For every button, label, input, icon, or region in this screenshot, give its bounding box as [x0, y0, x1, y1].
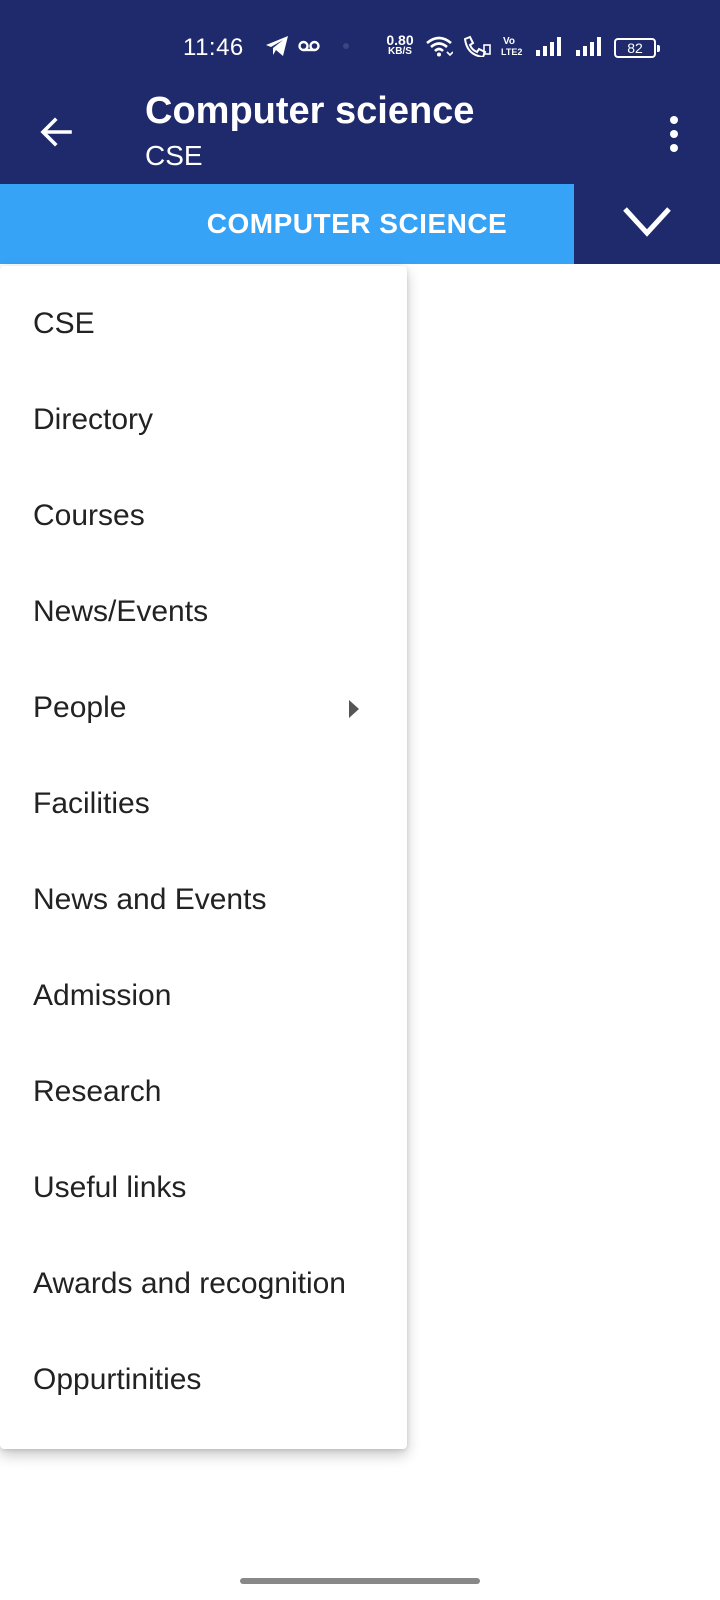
section-selector[interactable]: COMPUTER SCIENCE [0, 184, 574, 264]
svg-text:LTE2: LTE2 [501, 47, 522, 57]
menu-item-courses[interactable]: Courses [0, 468, 407, 564]
home-indicator[interactable] [240, 1578, 480, 1584]
screen: 11:46 0.80 KB/S Vo LTE2 82 Computer scie… [0, 0, 720, 1600]
menu-item-news-events[interactable]: News/Events [0, 564, 407, 660]
back-button[interactable] [28, 106, 84, 162]
menu-item-cse[interactable]: CSE [0, 276, 407, 372]
menu-item-label: Useful links [33, 1171, 187, 1204]
network-speed: 0.80 KB/S [382, 33, 418, 58]
menu-item-opportunities[interactable]: Oppurtinities [0, 1332, 407, 1428]
wifi-icon [424, 34, 454, 58]
wifi-calling-icon [460, 34, 492, 58]
menu-item-research[interactable]: Research [0, 1044, 407, 1140]
more-options-button[interactable] [650, 102, 698, 166]
page-title: Computer science [145, 90, 475, 132]
menu-item-useful-links[interactable]: Useful links [0, 1140, 407, 1236]
menu-item-people[interactable]: People [0, 660, 407, 756]
menu-item-label: Courses [33, 499, 145, 532]
menu-item-label: Oppurtinities [33, 1363, 202, 1396]
menu-item-label: People [33, 691, 127, 724]
chevron-down-icon [621, 205, 673, 244]
svg-text:Vo: Vo [503, 36, 515, 47]
arrow-back-icon [38, 114, 74, 155]
menu-item-label: News and Events [33, 883, 267, 916]
menu-item-awards[interactable]: Awards and recognition [0, 1236, 407, 1332]
menu-item-label: News/Events [33, 595, 209, 628]
dot-icon [340, 34, 352, 58]
telegram-icon [264, 34, 290, 58]
section-dropdown-toggle[interactable] [574, 184, 720, 264]
menu-item-label: Admission [33, 979, 172, 1012]
menu-item-admission[interactable]: Admission [0, 948, 407, 1044]
app-bar: Computer science CSE [0, 86, 720, 184]
page-subtitle: CSE [145, 140, 203, 171]
menu-item-facilities[interactable]: Facilities [0, 756, 407, 852]
status-bar: 11:46 0.80 KB/S Vo LTE2 82 [0, 0, 720, 86]
status-time: 11:46 [183, 34, 244, 61]
submenu-arrow-icon [349, 700, 359, 718]
volte-icon: Vo LTE2 [500, 34, 526, 58]
signal-icon [574, 34, 604, 58]
menu-item-news-and-events[interactable]: News and Events [0, 852, 407, 948]
menu-item-label: Awards and recognition [33, 1267, 346, 1300]
menu-item-label: Facilities [33, 787, 150, 820]
voicemail-icon [298, 34, 320, 58]
menu-item-directory[interactable]: Directory [0, 372, 407, 468]
menu-item-label: Research [33, 1075, 162, 1108]
dropdown-menu: CSE Directory Courses News/Events People… [0, 266, 407, 1449]
signal-icon [534, 34, 564, 58]
more-vert-icon [670, 116, 678, 124]
section-label: COMPUTER SCIENCE [206, 208, 508, 239]
menu-item-label: CSE [33, 307, 95, 340]
battery-indicator: 82 [614, 38, 660, 58]
menu-item-label: Directory [33, 403, 154, 436]
